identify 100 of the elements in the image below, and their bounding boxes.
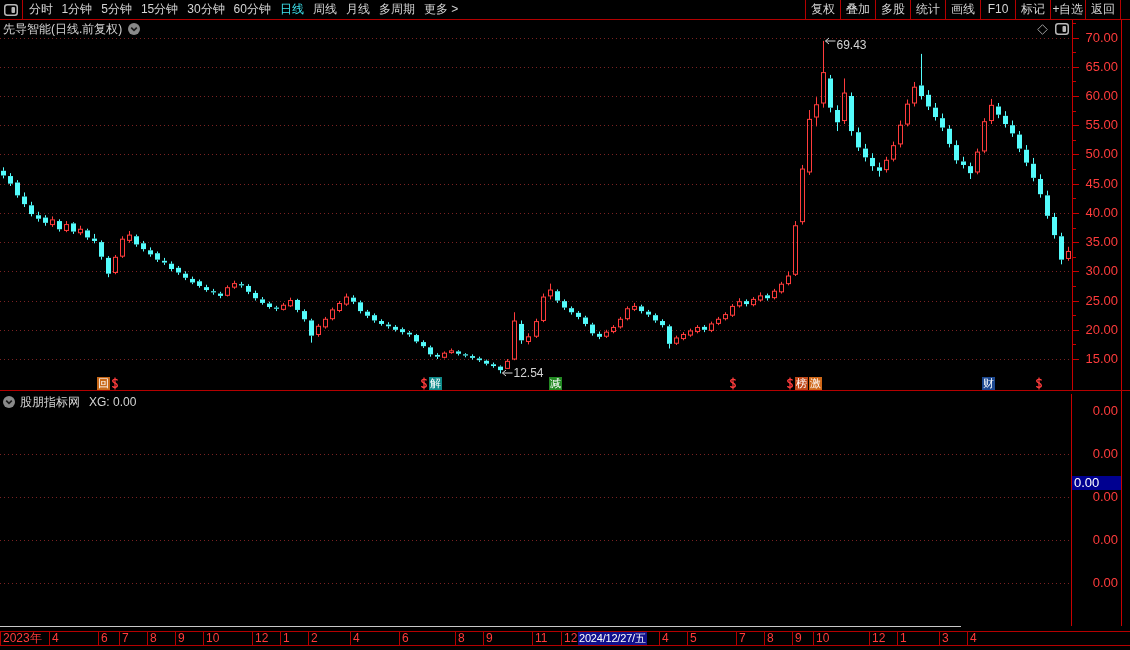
candlestick	[555, 288, 560, 304]
time-axis-label: 9	[486, 632, 493, 645]
period-tab[interactable]: 日线	[275, 0, 309, 19]
chevron-down-icon[interactable]	[128, 23, 141, 35]
candlestick	[996, 102, 1001, 119]
axis-label: 65.00	[1085, 59, 1118, 74]
candlestick	[295, 298, 300, 313]
candlestick	[407, 330, 412, 338]
panel-toggle-icon[interactable]	[4, 3, 18, 16]
candlestick	[141, 240, 146, 252]
diamond-icon[interactable]	[1037, 23, 1048, 35]
candlestick	[64, 220, 69, 233]
chevron-down-icon[interactable]	[3, 396, 15, 408]
candlestick	[548, 283, 553, 300]
candlestick	[947, 124, 952, 148]
candlestick	[204, 284, 209, 293]
candlestick	[477, 356, 482, 363]
candlestick	[190, 276, 195, 285]
axis-label: 45.00	[1085, 176, 1118, 191]
candlestick	[639, 304, 644, 314]
axis-label: 20.00	[1085, 322, 1118, 337]
candlestick	[36, 211, 41, 223]
candlestick	[491, 362, 496, 369]
candlestick	[281, 302, 286, 311]
candlestick	[470, 353, 475, 361]
period-tab[interactable]: 1分钟	[57, 0, 97, 19]
candlestick	[505, 358, 510, 370]
axis-label: 0.00	[1092, 447, 1118, 461]
candlestick	[358, 300, 363, 314]
candlestick	[1038, 173, 1043, 199]
candlestick	[716, 316, 721, 326]
candlestick	[1, 166, 6, 179]
candlestick	[751, 296, 756, 307]
candlestick	[498, 364, 503, 374]
candlestick	[611, 324, 616, 334]
toolbar-button[interactable]: 返回	[1085, 0, 1121, 19]
candlestick	[50, 215, 55, 228]
period-tab[interactable]: 30分钟	[182, 0, 230, 19]
signal-tag: 激	[809, 377, 822, 390]
candlestick	[57, 218, 62, 233]
candlestick	[449, 348, 454, 355]
candlestick	[604, 329, 609, 339]
candlestick	[695, 324, 700, 334]
indicator-title: 股朋指标网	[20, 395, 80, 409]
candlestick	[597, 331, 602, 340]
candlestick	[856, 127, 861, 152]
candlestick	[239, 281, 244, 289]
time-axis-label: 9	[178, 632, 185, 645]
period-tab[interactable]: 15分钟	[136, 0, 183, 19]
time-axis-label: 4	[353, 632, 360, 645]
period-tab[interactable]: 月线	[341, 0, 375, 19]
period-tab[interactable]: 60分钟	[229, 0, 276, 19]
candlestick	[863, 143, 868, 162]
candlestick	[898, 120, 903, 148]
candlestick	[372, 312, 377, 324]
candlestick	[667, 324, 672, 349]
candlestick	[78, 225, 83, 236]
candlestick	[379, 318, 384, 327]
period-tab[interactable]: 分时	[24, 0, 57, 19]
candlestick	[106, 255, 111, 278]
period-tab[interactable]: 更多 >	[419, 0, 463, 19]
candlestick	[400, 326, 405, 335]
candlestick	[92, 233, 97, 244]
candlestick	[702, 324, 707, 333]
candlestick	[302, 308, 307, 323]
candlestick	[365, 309, 370, 319]
cursor-value-label: 0.00	[1072, 476, 1121, 490]
time-axis-label: 8	[150, 632, 157, 645]
toolbar-button[interactable]: +自选	[1050, 0, 1085, 19]
candlestick	[842, 77, 847, 125]
candlestick	[71, 221, 76, 235]
signal-tag: 榜	[795, 377, 808, 390]
time-axis-label: 8	[767, 632, 774, 645]
candlestick	[730, 303, 735, 318]
candlestick	[99, 239, 104, 261]
period-tab[interactable]: 多周期	[374, 0, 420, 19]
candlestick	[1003, 110, 1008, 129]
candlestick	[653, 312, 658, 324]
candlestick	[169, 260, 174, 272]
dollar-sign-icon	[111, 377, 119, 390]
arrow-icon	[824, 36, 836, 45]
indicator-legend: XG: 0.00	[89, 395, 137, 409]
candlestick	[225, 284, 230, 297]
period-tab[interactable]: 周线	[308, 0, 342, 19]
period-tab[interactable]: 5分钟	[96, 0, 137, 19]
time-axis-label: 7	[122, 632, 129, 645]
candlestick	[660, 318, 665, 328]
axis-label: 35.00	[1085, 235, 1118, 250]
candlestick	[85, 228, 90, 241]
dollar-sign-icon	[420, 377, 428, 390]
candlestick	[758, 291, 763, 303]
candlestick	[870, 152, 875, 172]
candlestick	[246, 283, 251, 295]
axis-label: 0.00	[1092, 576, 1118, 590]
time-axis-label: 10	[206, 632, 220, 645]
panel-toggle-icon[interactable]	[1055, 23, 1069, 35]
time-axis-label: 12	[564, 632, 578, 645]
candlestick	[583, 315, 588, 327]
axis-label: 40.00	[1085, 205, 1118, 220]
chart-title: 先导智能(日线.前复权)	[3, 22, 123, 36]
